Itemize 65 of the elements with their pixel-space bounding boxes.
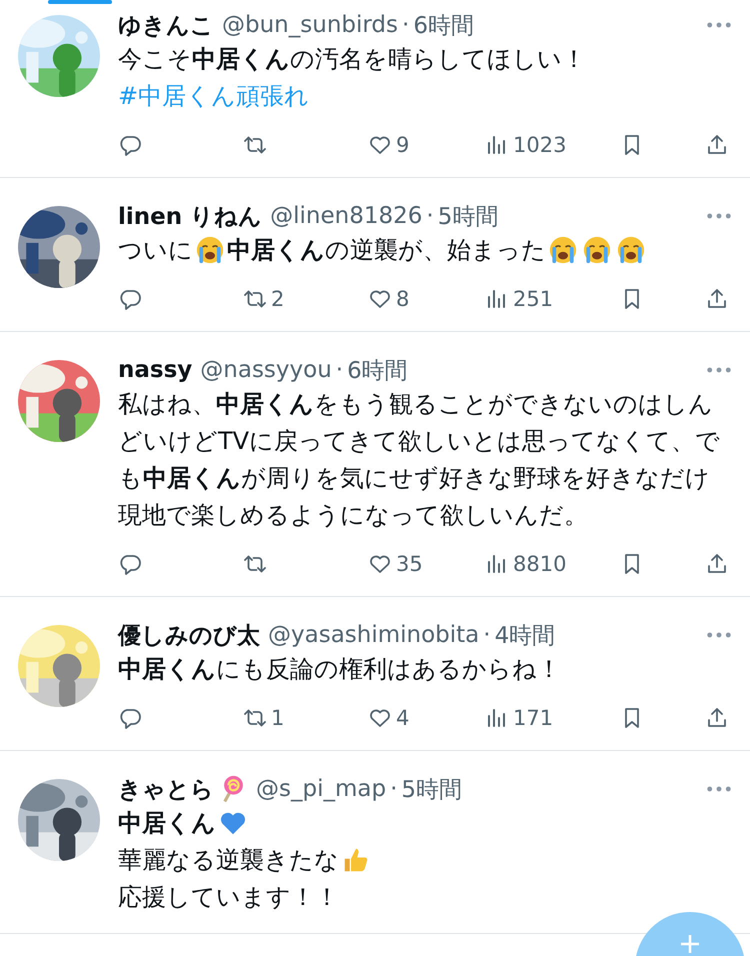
share-icon — [705, 133, 729, 157]
like-button[interactable]: 4 — [368, 706, 410, 730]
user-name[interactable]: linen りねん — [118, 200, 262, 232]
more-icon[interactable] — [706, 631, 732, 639]
post-text: 中居くん — [118, 809, 216, 837]
reply-icon — [118, 287, 142, 311]
tab-indicator — [48, 0, 112, 4]
views-button[interactable]: 1023 — [485, 133, 566, 157]
more-icon[interactable] — [706, 785, 732, 793]
reply-icon — [118, 706, 142, 730]
like-button[interactable]: 9 — [368, 133, 410, 157]
user-name[interactable]: 優しみのび太 — [118, 620, 260, 650]
crying-face-icon — [195, 235, 225, 265]
post-text: ついに — [118, 236, 193, 264]
separator-dot: · — [390, 776, 398, 802]
crying-face-icon — [616, 235, 646, 265]
user-handle: @nassyyou — [200, 357, 332, 383]
share-icon — [705, 706, 729, 730]
post-text: 華麗なる逆襲きたな — [118, 846, 339, 874]
share-icon — [705, 287, 729, 311]
share-button[interactable] — [705, 133, 729, 157]
reply-button[interactable] — [118, 287, 142, 311]
crying-face-icon — [548, 235, 578, 265]
more-icon[interactable] — [706, 21, 732, 29]
like-button[interactable]: 35 — [368, 552, 423, 576]
share-button[interactable] — [705, 287, 729, 311]
post-text: 私はね、中居くんをもう観ることができないのはしんどいけどTVに戻ってきて欲しいとは思ってなくて、でも中居くんが周りを気にせず好きな野球を好きなだけ現地で楽しめるようになって欲しいんだ。 — [118, 390, 720, 529]
user-handle: @s_pi_map — [256, 776, 386, 802]
repost-button[interactable]: 1 — [243, 706, 284, 730]
post-text: 中居くんにも反論の権利はあるからね！ — [118, 655, 561, 683]
post-text: 中居くんの逆襲が、始まった — [227, 236, 546, 264]
reply-button[interactable] — [118, 552, 142, 576]
reply-button[interactable] — [118, 133, 142, 157]
separator-dot: · — [483, 622, 491, 648]
more-icon[interactable] — [706, 366, 732, 374]
post-time: 4時間 — [494, 622, 556, 650]
user-handle: @bun_sunbirds — [222, 12, 398, 38]
separator-dot: · — [402, 12, 410, 38]
reply-button[interactable] — [118, 706, 142, 730]
post-time: 5時間 — [401, 776, 462, 804]
repost-button[interactable]: 2 — [243, 287, 284, 311]
post-time: 5時間 — [438, 202, 498, 232]
user-handle: @yasashiminobita — [268, 622, 480, 648]
views-button[interactable]: 251 — [485, 287, 554, 311]
post-time: 6時間 — [347, 356, 408, 386]
share-button[interactable] — [705, 552, 729, 576]
post-time: 6時間 — [413, 12, 474, 40]
share-button[interactable] — [705, 706, 729, 730]
more-icon[interactable] — [706, 212, 732, 220]
post-text: 今こそ中居くんの汚名を晴らしてほしい！ — [118, 45, 586, 73]
like-button[interactable]: 8 — [368, 287, 410, 311]
separator-dot: · — [426, 203, 434, 229]
share-icon — [705, 552, 729, 576]
user-name[interactable]: きゃとら — [118, 774, 214, 804]
reply-icon — [118, 552, 142, 576]
separator-dot: · — [336, 357, 344, 383]
reply-icon — [118, 133, 142, 157]
user-name[interactable]: ゆきんこ — [118, 10, 214, 40]
crying-face-icon — [582, 235, 612, 265]
user-handle: @linen81826 — [270, 203, 422, 229]
views-button[interactable]: 171 — [485, 706, 554, 730]
post-text: 応援しています！！ — [118, 883, 339, 911]
plus-icon — [680, 934, 700, 954]
user-name[interactable]: nassy — [118, 357, 192, 383]
views-button[interactable]: 8810 — [485, 552, 566, 576]
